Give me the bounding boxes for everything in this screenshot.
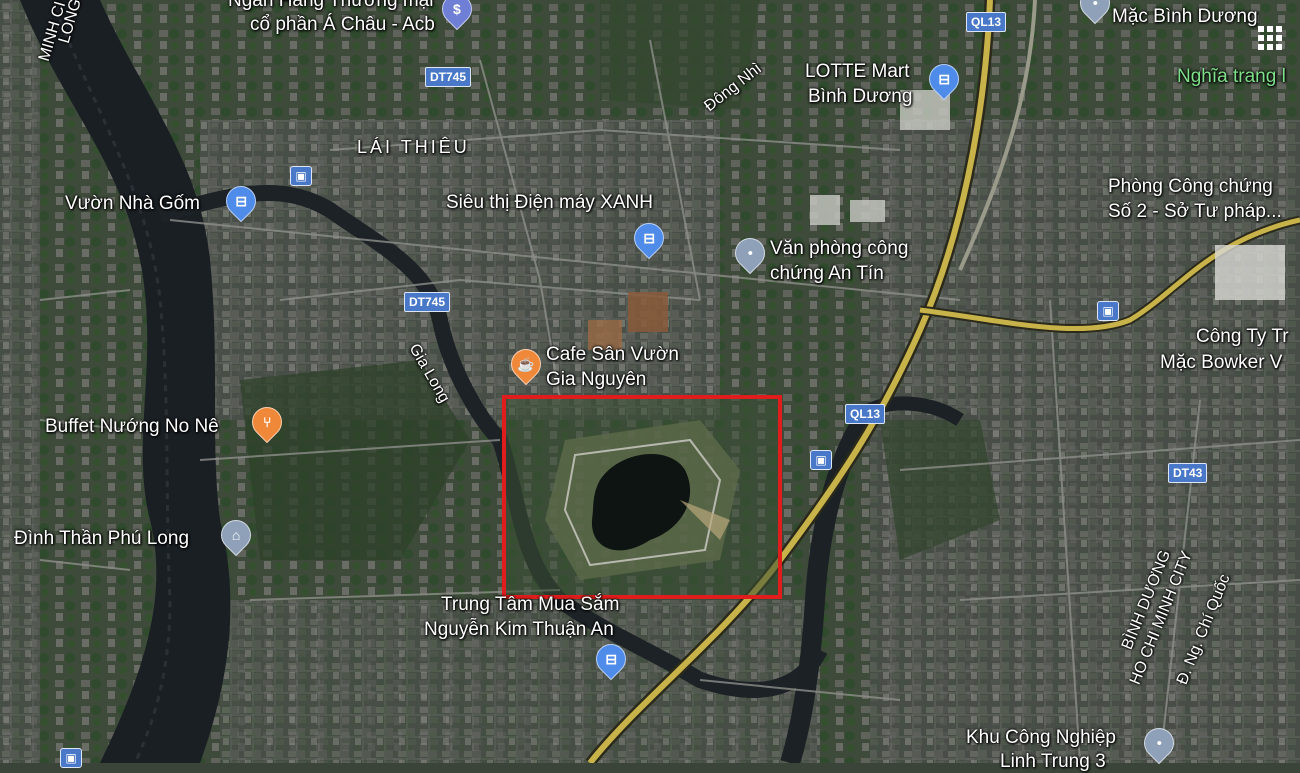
map-label: LOTTE Mart [805, 61, 910, 82]
map-label: Nguyễn Kim Thuận An [424, 619, 614, 640]
map-label: Bình Dương [808, 86, 913, 107]
map-label: cổ phần Á Châu - Acb [250, 14, 435, 35]
map-label: Trung Tâm Mua Sắm [441, 594, 620, 615]
map-label: Cafe Sân Vườn [546, 344, 679, 365]
road-shield-dt745: DT745 [404, 292, 451, 312]
map-label: Siêu thị Điện máy XANH [446, 192, 653, 213]
map-label: Ngân Hàng Thương mại [228, 0, 434, 11]
bus-stop-icon[interactable]: ▣ [60, 748, 82, 768]
map-label: Mặc Bình Dương [1112, 6, 1258, 27]
grid-menu-icon[interactable] [1256, 24, 1284, 52]
map-label: Vườn Nhà Gốm [65, 193, 201, 214]
road-shield-ql13: QL13 [966, 12, 1007, 32]
map-label: Công Ty Tr [1196, 326, 1289, 347]
road-shield-dt745: DT745 [425, 67, 472, 87]
bus-stop-icon[interactable]: ▣ [810, 450, 832, 470]
map-label: Gia Nguyên [546, 369, 647, 390]
map-label: Buffet Nướng No Nê [45, 416, 219, 437]
map-label: chứng An Tín [770, 263, 884, 284]
map-label: Phòng Công chứng [1108, 176, 1273, 197]
bus-stop-icon[interactable]: ▣ [290, 166, 312, 186]
map-label: Nghĩa trang l [1177, 66, 1286, 87]
road-shield-ql13: QL13 [845, 404, 886, 424]
bus-stop-icon[interactable]: ▣ [1097, 301, 1119, 321]
map-label: Khu Công Nghiệp [966, 727, 1116, 748]
map-label: Đình Thần Phú Long [14, 528, 190, 549]
road-shield-dt43: DT43 [1168, 463, 1208, 483]
satellite-map[interactable] [0, 0, 1300, 763]
map-label: Văn phòng công [770, 238, 909, 259]
highlighted-area [502, 395, 782, 599]
map-label: Linh Trung 3 [1000, 751, 1106, 772]
map-label: Số 2 - Sở Tư pháp... [1108, 201, 1282, 222]
area-label: LÁI THIÊU [357, 137, 470, 157]
map-label: Mặc Bowker V [1160, 352, 1283, 373]
